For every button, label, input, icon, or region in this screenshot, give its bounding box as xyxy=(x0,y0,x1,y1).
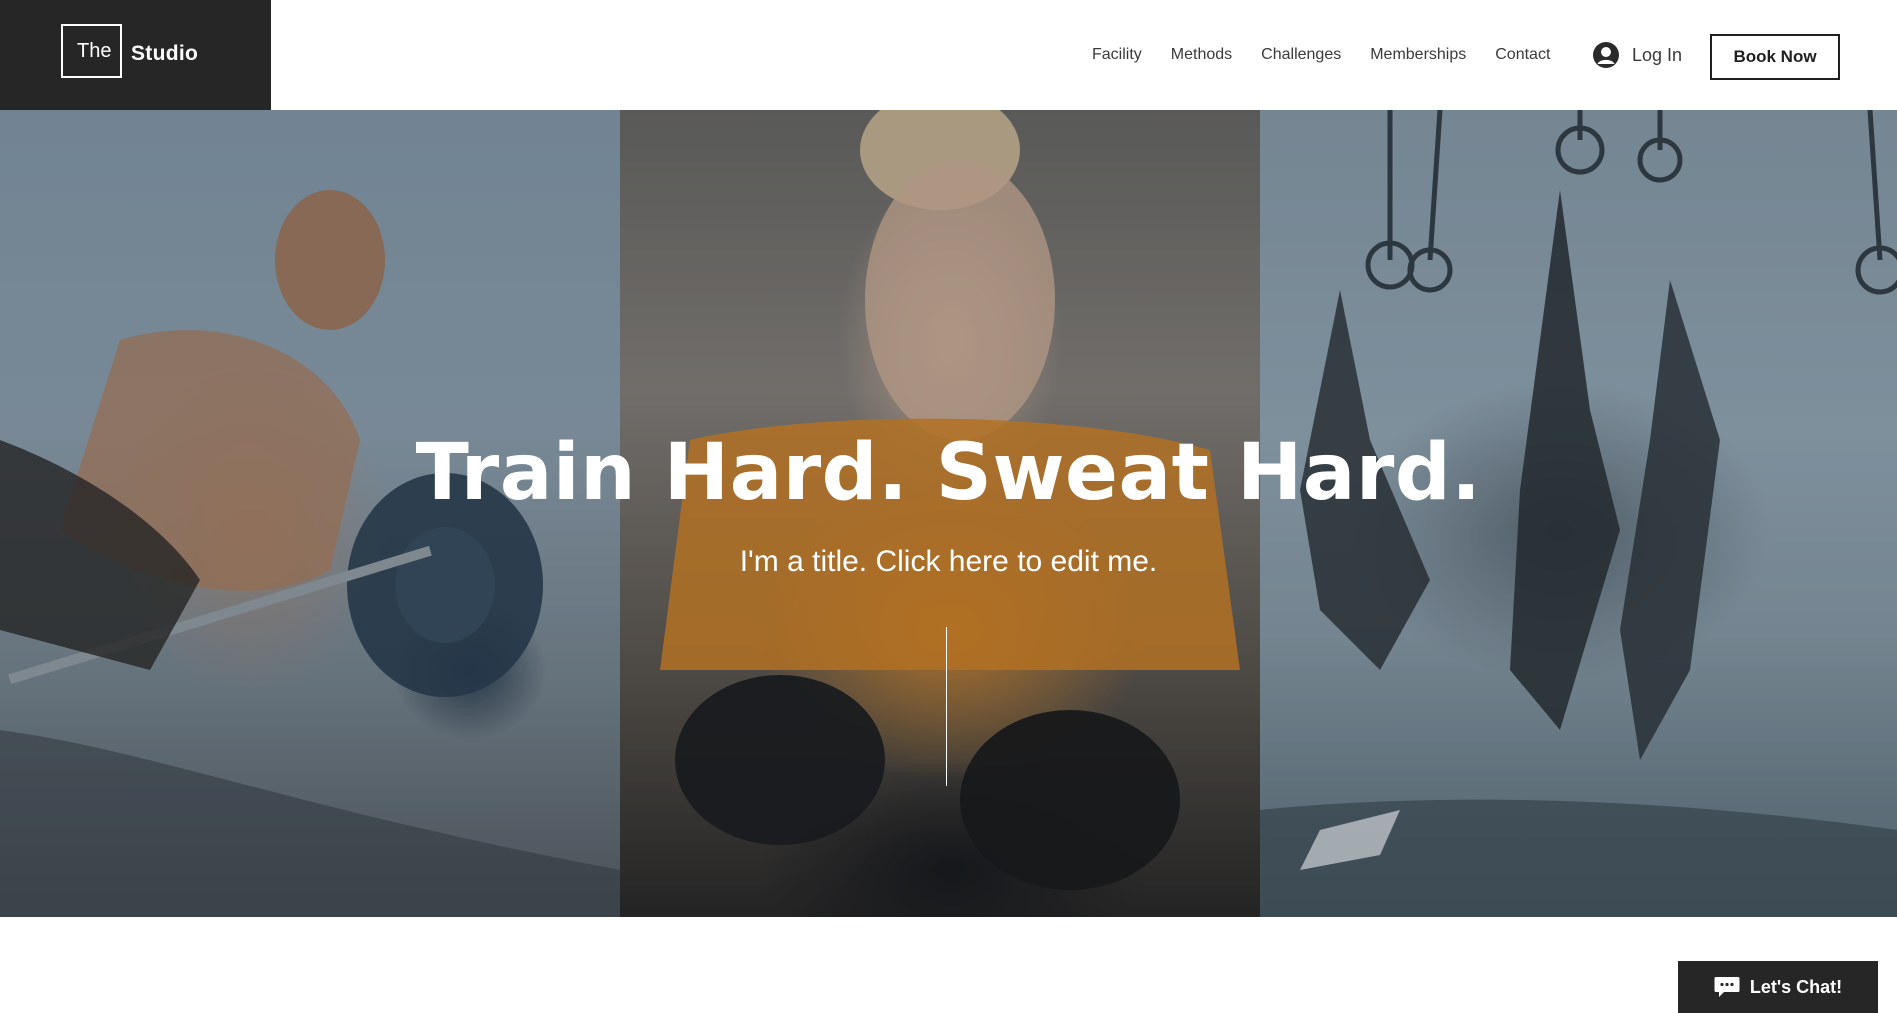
hero-section: Train Hard. Sweat Hard. I'm a title. Cli… xyxy=(0,110,1897,917)
logo[interactable]: The Studio xyxy=(0,0,271,110)
chat-bubble-icon xyxy=(1714,976,1740,998)
nav-item-methods[interactable]: Methods xyxy=(1171,46,1232,64)
nav-item-challenges[interactable]: Challenges xyxy=(1261,46,1341,64)
hero-title: Train Hard. Sweat Hard. xyxy=(415,428,1482,518)
nav-item-memberships[interactable]: Memberships xyxy=(1370,46,1466,64)
user-circle-icon xyxy=(1592,41,1620,69)
nav-item-contact[interactable]: Contact xyxy=(1495,46,1550,64)
login-label: Log In xyxy=(1632,44,1683,65)
site-header: The Studio Facility Methods Challenges M… xyxy=(0,0,1897,110)
book-now-button[interactable]: Book Now xyxy=(1710,34,1840,80)
main-nav: Facility Methods Challenges Memberships … xyxy=(1092,46,1550,64)
hero-divider-line xyxy=(946,627,947,786)
chat-label: Let's Chat! xyxy=(1749,976,1843,997)
nav-item-facility[interactable]: Facility xyxy=(1092,46,1142,64)
chat-button[interactable]: Let's Chat! xyxy=(1678,961,1878,1013)
login-button[interactable]: Log In xyxy=(1592,41,1682,69)
logo-box-text: The xyxy=(77,40,112,62)
logo-box: The xyxy=(61,24,122,78)
logo-text: Studio xyxy=(131,42,199,65)
hero-subtitle[interactable]: I'm a title. Click here to edit me. xyxy=(0,545,1897,579)
